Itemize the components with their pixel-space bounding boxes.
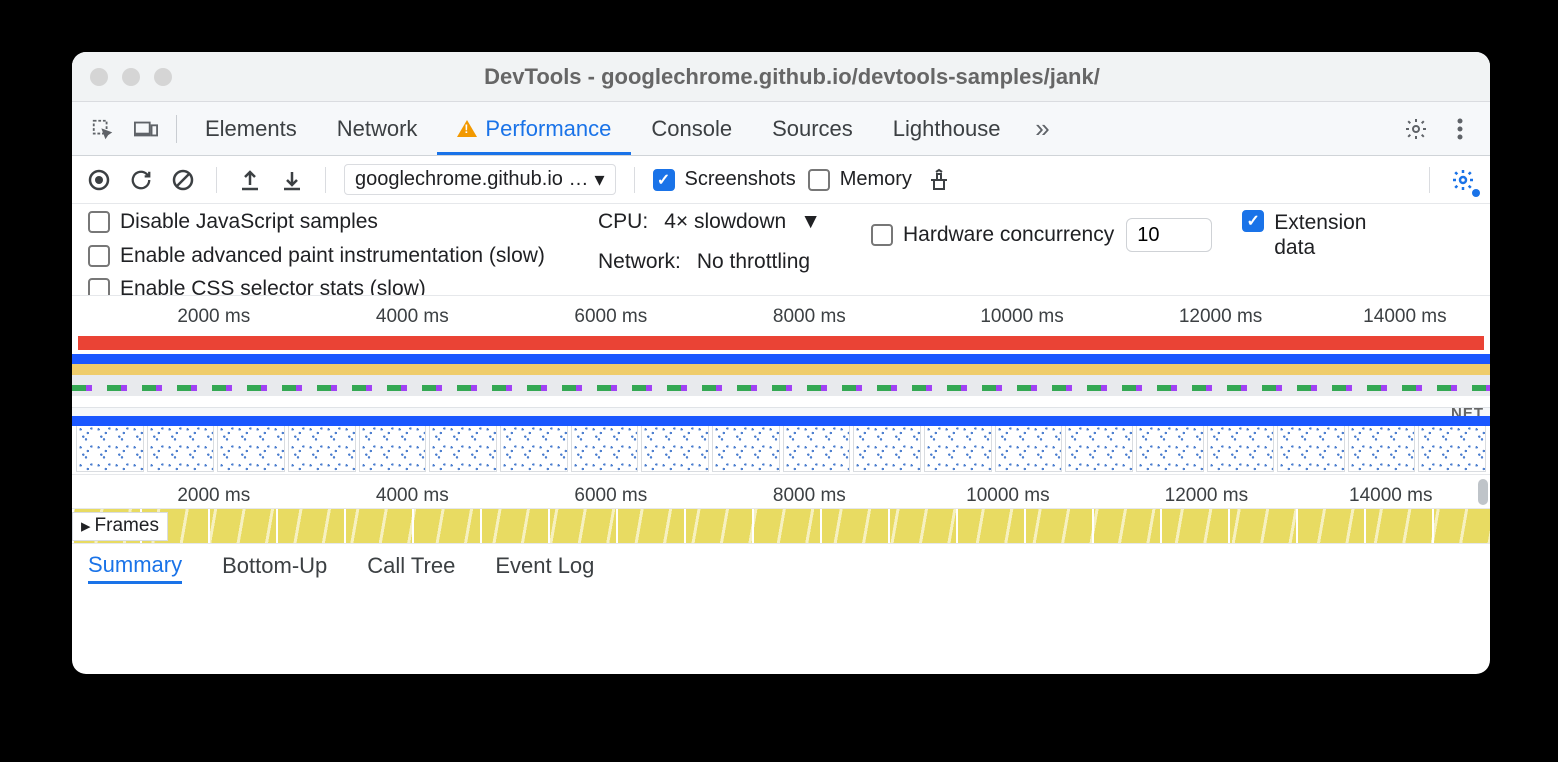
network-label: Network: <box>598 250 681 274</box>
disable-js-toggle[interactable]: Disable JavaScript samples <box>88 210 568 234</box>
extension-data-toggle[interactable]: Extension data <box>1242 210 1384 260</box>
tab-bottom-up[interactable]: Bottom-Up <box>222 553 327 582</box>
checkbox-icon <box>808 169 830 191</box>
long-task-bar <box>78 336 1484 350</box>
close-icon[interactable] <box>90 68 108 86</box>
cpu-label: CPU: <box>598 210 648 234</box>
tab-summary[interactable]: Summary <box>88 552 182 584</box>
screenshot-thumb <box>359 423 427 472</box>
screenshot-thumb <box>1065 423 1133 472</box>
screenshot-thumb <box>1277 423 1345 472</box>
kebab-icon[interactable] <box>1444 118 1476 140</box>
upload-button[interactable] <box>235 165 265 195</box>
overview-ruler: 2000 ms 4000 ms 6000 ms 8000 ms 10000 ms… <box>72 296 1490 336</box>
screenshot-thumb <box>1207 423 1275 472</box>
network-lane[interactable]: NET <box>72 407 1490 421</box>
advanced-paint-toggle[interactable]: Enable advanced paint instrumentation (s… <box>88 242 568 269</box>
hw-concurrency-toggle[interactable]: Hardware concurrency <box>871 223 1114 247</box>
network-value: No throttling <box>697 250 810 274</box>
checkbox-icon <box>653 169 675 191</box>
tab-sources[interactable]: Sources <box>752 102 873 155</box>
tab-network[interactable]: Network <box>317 102 438 155</box>
overview-timeline[interactable]: 2000 ms 4000 ms 6000 ms 8000 ms 10000 ms… <box>72 295 1490 407</box>
screenshot-thumb <box>217 423 285 472</box>
capture-settings: Disable JavaScript samples Enable advanc… <box>72 204 1490 301</box>
maximize-icon[interactable] <box>154 68 172 86</box>
warning-icon <box>457 120 477 137</box>
scrollbar[interactable] <box>1478 479 1488 505</box>
devtools-window: DevTools - googlechrome.github.io/devtoo… <box>72 52 1490 674</box>
clear-button[interactable] <box>168 165 198 195</box>
screenshot-strip[interactable] <box>72 421 1490 475</box>
screenshot-thumb <box>1418 423 1486 472</box>
tab-console[interactable]: Console <box>631 102 752 155</box>
gc-button[interactable] <box>924 165 954 195</box>
screenshot-thumb <box>641 423 709 472</box>
download-button[interactable] <box>277 165 307 195</box>
settings-icon[interactable] <box>1400 117 1432 141</box>
screenshot-thumb <box>500 423 568 472</box>
perf-toolbar: googlechrome.github.io … ▾ Screenshots M… <box>72 156 1490 204</box>
screenshot-thumb <box>783 423 851 472</box>
screenshot-thumb <box>1348 423 1416 472</box>
main-tabs: Elements Network Performance Console Sou… <box>72 102 1490 156</box>
tab-elements[interactable]: Elements <box>185 102 317 155</box>
more-tabs-icon[interactable]: » <box>1026 113 1058 144</box>
tab-lighthouse[interactable]: Lighthouse <box>873 102 1021 155</box>
details-tabs: Summary Bottom-Up Call Tree Event Log <box>72 543 1490 591</box>
screenshot-thumb <box>147 423 215 472</box>
expand-icon[interactable]: ▸ <box>81 515 91 538</box>
chevron-down-icon: ▾ <box>594 167 604 192</box>
chevron-down-icon: ▼ <box>800 210 821 234</box>
screenshot-thumb <box>571 423 639 472</box>
memory-toggle[interactable]: Memory <box>808 168 912 191</box>
window-title: DevTools - googlechrome.github.io/devtoo… <box>172 64 1412 90</box>
activity-chart <box>72 358 1490 396</box>
tab-performance[interactable]: Performance <box>437 102 631 155</box>
tab-event-log[interactable]: Event Log <box>495 553 594 582</box>
tab-call-tree[interactable]: Call Tree <box>367 553 455 582</box>
target-select[interactable]: googlechrome.github.io … ▾ <box>344 164 616 195</box>
titlebar: DevTools - googlechrome.github.io/devtoo… <box>72 52 1490 102</box>
frames-lane[interactable]: ▸Frames <box>72 509 1490 543</box>
screenshot-thumb <box>712 423 780 472</box>
reload-button[interactable] <box>126 165 156 195</box>
traffic-lights <box>90 68 172 86</box>
screenshot-thumb <box>924 423 992 472</box>
minimize-icon[interactable] <box>122 68 140 86</box>
record-button[interactable] <box>84 165 114 195</box>
screenshot-thumb <box>429 423 497 472</box>
main-ruler[interactable]: 2000 ms 4000 ms 6000 ms 8000 ms 10000 ms… <box>72 475 1490 509</box>
screenshot-thumb <box>1136 423 1204 472</box>
capture-settings-icon[interactable] <box>1448 165 1478 195</box>
device-icon[interactable] <box>130 119 162 139</box>
hw-concurrency-input[interactable] <box>1126 218 1212 252</box>
cpu-select[interactable]: 4× slowdown ▼ <box>664 210 821 234</box>
screenshot-thumb <box>995 423 1063 472</box>
screenshot-thumb <box>76 423 144 472</box>
screenshot-thumb <box>853 423 921 472</box>
screenshots-toggle[interactable]: Screenshots <box>653 168 796 191</box>
inspect-icon[interactable] <box>86 118 118 140</box>
screenshot-thumb <box>288 423 356 472</box>
